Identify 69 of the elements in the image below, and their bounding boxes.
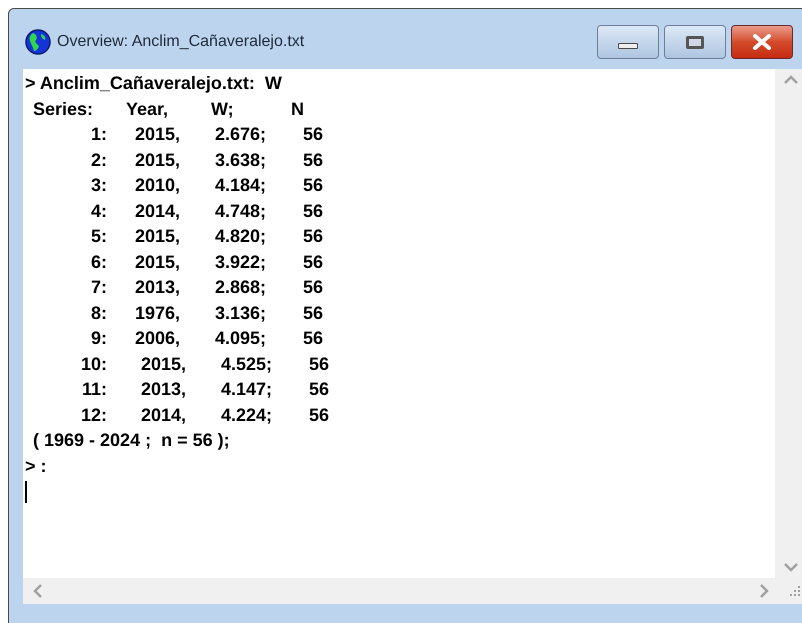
- w-value: 4.095;: [215, 327, 268, 350]
- w-value: 4.525;: [221, 352, 274, 376]
- n-value: 56: [309, 378, 330, 401]
- scroll-right-icon[interactable]: [760, 584, 769, 598]
- w-value: 3.136;: [215, 302, 268, 324]
- year-value: 2010,: [135, 174, 182, 197]
- n-value: 56: [303, 250, 324, 274]
- maximize-button[interactable]: [664, 25, 726, 59]
- year-value: 2015,: [135, 225, 182, 248]
- n-value: 56: [303, 302, 324, 324]
- series-index: 2:: [90, 148, 107, 172]
- year-value: 2014,: [141, 404, 188, 426]
- summary-line: ( 1969 - 2024 ; n = 56 );: [32, 429, 231, 452]
- w-value: 4.224;: [221, 404, 274, 426]
- command-line: > Anclim_Cañaveralejo.txt: W: [25, 72, 283, 95]
- n-value: 56: [303, 174, 324, 197]
- w-value: 3.922;: [215, 250, 268, 274]
- year-value: 2013,: [135, 276, 182, 299]
- series-index: 1:: [90, 123, 107, 146]
- w-value: 3.638;: [215, 148, 268, 172]
- year-value: 1976,: [135, 302, 182, 324]
- w-value: 2.676;: [215, 123, 268, 146]
- resize-grip-icon[interactable]: [789, 585, 801, 597]
- series-index: 11:: [80, 378, 107, 401]
- year-value: 2015,: [135, 148, 182, 172]
- year-value: 2014,: [135, 200, 182, 222]
- text-cursor: [25, 481, 27, 503]
- globe-icon: [25, 29, 51, 55]
- year-value: 2006,: [135, 327, 182, 350]
- series-index: 8:: [90, 302, 107, 324]
- w-value: 4.147;: [221, 378, 274, 401]
- scroll-left-icon[interactable]: [33, 584, 42, 598]
- series-index: 12:: [80, 404, 107, 426]
- minimize-button[interactable]: [597, 25, 659, 59]
- series-index: 7:: [90, 276, 107, 299]
- series-index: 3:: [90, 174, 107, 197]
- close-button[interactable]: [731, 25, 793, 59]
- n-value: 56: [303, 276, 324, 299]
- maximize-icon: [686, 36, 704, 48]
- column-heading: N: [291, 98, 304, 120]
- n-value: 56: [303, 327, 324, 350]
- series-index: 5:: [90, 225, 107, 248]
- n-value: 56: [309, 404, 330, 426]
- year-value: 2015,: [141, 352, 188, 376]
- column-heading: W;: [211, 98, 235, 120]
- n-value: 56: [303, 148, 324, 172]
- series-index: 6:: [90, 250, 107, 274]
- close-icon: [751, 34, 773, 50]
- series-index: 9:: [90, 327, 107, 350]
- series-index: 10:: [80, 352, 107, 376]
- n-value: 56: [303, 123, 324, 146]
- year-value: 2013,: [141, 378, 188, 401]
- column-heading: Series:: [32, 98, 94, 120]
- n-value: 56: [309, 352, 330, 376]
- w-value: 4.184;: [215, 174, 268, 197]
- scroll-up-icon[interactable]: [784, 75, 798, 84]
- n-value: 56: [303, 225, 324, 248]
- year-value: 2015,: [135, 250, 182, 274]
- scroll-down-icon[interactable]: [784, 563, 798, 572]
- minimize-icon: [618, 43, 638, 49]
- n-value: 56: [303, 200, 324, 222]
- w-value: 4.820;: [215, 225, 268, 248]
- w-value: 4.748;: [215, 200, 268, 222]
- series-index: 4:: [90, 200, 107, 222]
- column-heading: Year,: [126, 98, 170, 120]
- window-title: Overview: Anclim_Cañaveralejo.txt: [57, 32, 304, 52]
- year-value: 2015,: [135, 123, 182, 146]
- w-value: 2.868;: [215, 276, 268, 299]
- prompt-line: > :: [25, 454, 48, 478]
